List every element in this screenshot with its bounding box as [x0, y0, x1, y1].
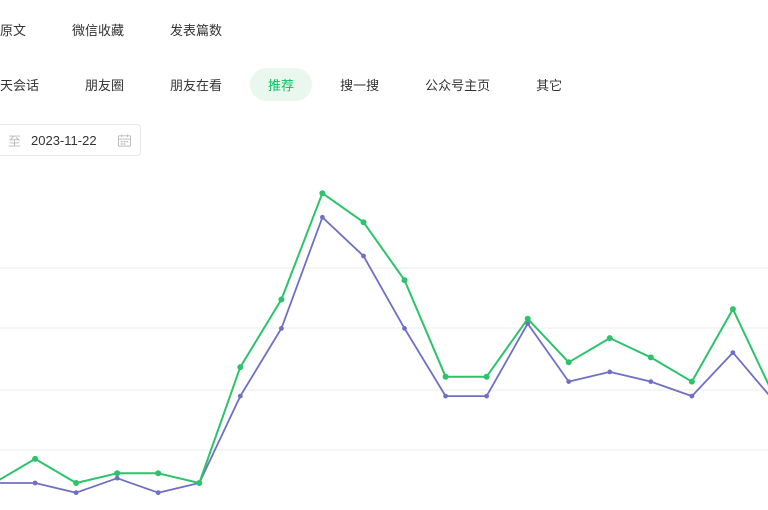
series-line-1: [0, 216, 768, 494]
series-1-point[interactable]: [320, 214, 325, 220]
series-1-point[interactable]: [607, 369, 613, 375]
series-0-point[interactable]: [483, 373, 490, 380]
series-1-point[interactable]: [196, 480, 202, 486]
source-tab-moments[interactable]: 朋友圈: [67, 68, 142, 101]
series-0-point[interactable]: [729, 306, 736, 313]
series-0-point[interactable]: [155, 470, 162, 477]
series-1-point[interactable]: [114, 475, 120, 481]
source-tab-recommend[interactable]: 推荐: [250, 67, 313, 101]
source-tab-other[interactable]: 其它: [518, 68, 580, 101]
series-0-point[interactable]: [688, 378, 695, 385]
series-0-point[interactable]: [196, 480, 203, 486]
source-tab-friends-watching[interactable]: 朋友在看: [152, 68, 240, 101]
calendar-icon[interactable]: [117, 133, 132, 148]
metric-tabs: 原文 微信收藏 发表篇数: [0, 14, 222, 44]
series-0-point[interactable]: [524, 315, 531, 322]
source-tab-account-home[interactable]: 公众号主页: [407, 68, 508, 101]
series-1-point[interactable]: [648, 379, 654, 384]
series-1-point[interactable]: [525, 321, 531, 326]
date-range-picker[interactable]: 至 2023-11-22: [0, 124, 141, 156]
series-0-point[interactable]: [237, 364, 244, 371]
series-1-point[interactable]: [402, 326, 407, 331]
series-0-point[interactable]: [606, 335, 613, 342]
metric-tab-original[interactable]: 原文: [0, 20, 26, 39]
series-1-point[interactable]: [566, 379, 572, 384]
series-1-point[interactable]: [730, 350, 736, 355]
series-1-point[interactable]: [279, 326, 284, 331]
series-1-point[interactable]: [484, 393, 489, 399]
series-0-point[interactable]: [442, 373, 449, 380]
series-1-point[interactable]: [237, 393, 243, 399]
date-range-separator: 至: [8, 133, 22, 149]
series-0-point[interactable]: [278, 296, 285, 303]
series-1-point[interactable]: [73, 490, 79, 496]
series-0-point[interactable]: [73, 480, 80, 486]
series-line-0: [0, 192, 768, 484]
series-1-point[interactable]: [155, 490, 161, 496]
series-1-point[interactable]: [443, 393, 448, 399]
source-tab-chat[interactable]: 天会话: [0, 68, 57, 101]
metric-tab-wechat-favorites[interactable]: 微信收藏: [72, 20, 124, 39]
series-0-point[interactable]: [565, 359, 572, 366]
source-tabs: 天会话 朋友圈 朋友在看 推荐 搜一搜 公众号主页 其它: [0, 67, 580, 101]
series-0-point[interactable]: [647, 354, 654, 361]
series-0-point[interactable]: [360, 219, 367, 226]
series-0-point[interactable]: [114, 470, 121, 477]
metric-tab-published-count[interactable]: 发表篇数: [170, 20, 222, 39]
series-0-point[interactable]: [319, 190, 326, 197]
series-0-point[interactable]: [32, 455, 39, 462]
series-1-point[interactable]: [361, 253, 366, 259]
series-0-point[interactable]: [401, 277, 408, 284]
source-tab-search[interactable]: 搜一搜: [322, 68, 397, 101]
series-1-point[interactable]: [689, 393, 695, 399]
date-range-end[interactable]: 2023-11-22: [31, 133, 97, 148]
series-1-point[interactable]: [32, 480, 38, 486]
